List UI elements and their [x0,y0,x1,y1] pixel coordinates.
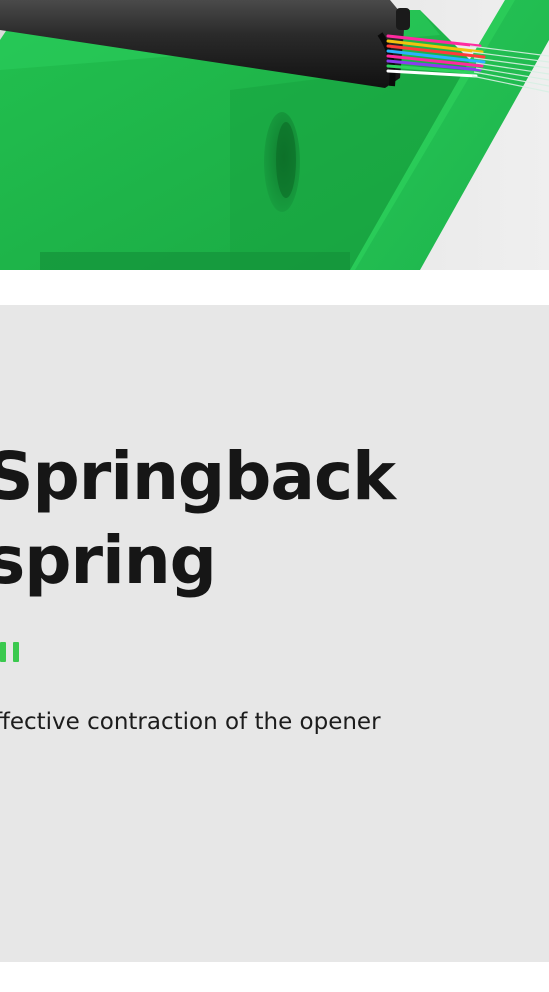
product-photo [0,0,549,270]
feature-panel: Springback spring ffective contraction of… [0,305,549,962]
feature-description: ffective contraction of the opener [0,709,381,735]
accent-mark [13,642,19,662]
accent-mark [0,642,6,662]
feature-title-line-1: Springback [0,438,396,515]
feature-title: Springback spring [0,435,396,603]
page: Springback spring ffective contraction of… [0,0,549,992]
feature-title-line-2: spring [0,522,217,599]
